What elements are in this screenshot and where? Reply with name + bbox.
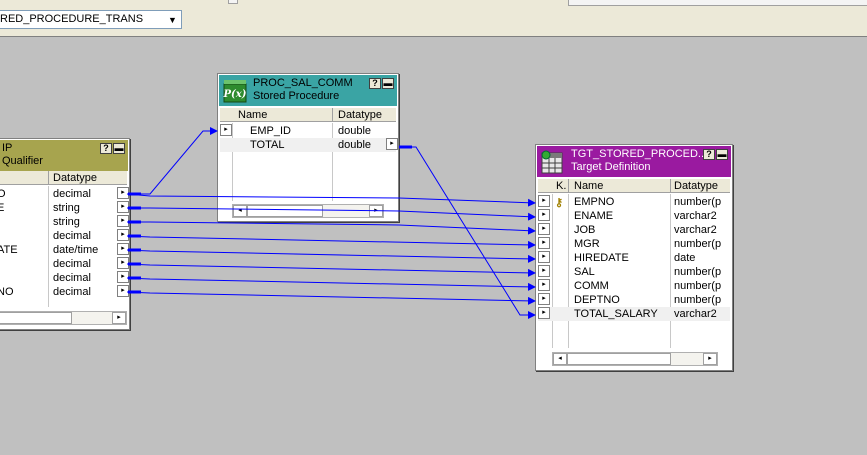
port-arrow-icon[interactable]: ▸ bbox=[220, 124, 232, 136]
port-arrow-icon[interactable]: ▸ bbox=[538, 195, 550, 207]
col-datatype: Datatype bbox=[674, 180, 719, 192]
node-title: PROC_SAL_COMM bbox=[253, 77, 353, 89]
node-subtitle: Stored Procedure bbox=[253, 90, 340, 102]
chevron-down-icon[interactable]: ▼ bbox=[165, 12, 180, 27]
column-header: Name Datatype bbox=[220, 108, 396, 122]
node-title: TGT_STORED_PROCED... bbox=[571, 148, 708, 160]
scroll-thumb[interactable] bbox=[0, 312, 72, 324]
scroll-right-icon[interactable]: ▸ bbox=[703, 353, 717, 365]
port-arrow-icon[interactable]: ▸ bbox=[117, 215, 129, 227]
table-row[interactable]: ▸ DEPTNO number(p bbox=[538, 293, 730, 307]
scroll-thumb[interactable] bbox=[567, 353, 671, 365]
port-arrow-icon[interactable]: ▸ bbox=[117, 201, 129, 213]
port-arrow-icon[interactable]: ▸ bbox=[117, 229, 129, 241]
scroll-right-icon[interactable]: ▸ bbox=[369, 205, 383, 217]
toolbar-panel-stub bbox=[568, 0, 867, 6]
horizontal-scrollbar[interactable]: ▸ bbox=[0, 311, 127, 325]
port-arrow-icon[interactable]: ▸ bbox=[538, 237, 550, 249]
minimize-icon[interactable]: ▬ bbox=[382, 78, 394, 89]
minimize-icon[interactable]: ▬ bbox=[716, 149, 728, 160]
toolbar: RED_PROCEDURE_TRANS ▼ bbox=[0, 0, 867, 37]
table-row[interactable]: ▸ MGR number(p bbox=[538, 237, 730, 251]
port-arrow-icon[interactable]: ▸ bbox=[117, 187, 129, 199]
port-arrow-icon[interactable]: ▸ bbox=[538, 209, 550, 221]
table-row[interactable]: ▸ EMP_ID double bbox=[220, 124, 396, 138]
horizontal-scrollbar[interactable]: ◂ ▸ bbox=[232, 204, 384, 218]
port-arrow-icon[interactable]: ▸ bbox=[538, 293, 550, 305]
table-row[interactable]: ATEdate/time▸ bbox=[0, 243, 129, 257]
node-header[interactable]: P(x) PROC_SAL_COMM Stored Procedure ? ▬ bbox=[219, 75, 397, 106]
table-row[interactable]: TOTAL double ▸ bbox=[220, 138, 398, 152]
scroll-thumb[interactable] bbox=[247, 205, 323, 217]
mapping-select[interactable]: RED_PROCEDURE_TRANS ▼ bbox=[0, 10, 182, 29]
node-subtitle: Qualifier bbox=[2, 155, 43, 167]
column-header: K. Name Datatype bbox=[538, 179, 730, 193]
node-header[interactable]: TGT_STORED_PROCED... Target Definition ?… bbox=[537, 146, 731, 177]
node-header[interactable]: IP Qualifier ? ▬ bbox=[0, 140, 128, 171]
mapping-canvas[interactable] bbox=[0, 38, 867, 455]
port-arrow-icon[interactable]: ▸ bbox=[538, 279, 550, 291]
horizontal-scrollbar[interactable]: ◂ ▸ bbox=[552, 352, 718, 366]
port-arrow-icon[interactable]: ▸ bbox=[117, 285, 129, 297]
table-row[interactable]: Odecimal ▸ bbox=[0, 187, 129, 201]
scroll-right-icon[interactable]: ▸ bbox=[112, 312, 126, 324]
port-arrow-icon[interactable]: ▸ bbox=[538, 265, 550, 277]
col-name: Name bbox=[238, 109, 268, 121]
help-icon[interactable]: ? bbox=[703, 149, 715, 160]
table-row[interactable]: ▸ JOB varchar2 bbox=[538, 223, 730, 237]
scroll-left-icon[interactable]: ◂ bbox=[553, 353, 567, 365]
table-row[interactable]: string ▸ bbox=[0, 215, 129, 229]
col-name: Name bbox=[574, 180, 604, 192]
help-icon[interactable]: ? bbox=[369, 78, 381, 89]
toolbar-panel-stub bbox=[228, 0, 238, 4]
minimize-icon[interactable]: ▬ bbox=[113, 143, 125, 154]
table-row[interactable]: ▸ ⚷ EMPNO number(p bbox=[538, 195, 730, 209]
table-row[interactable]: ▸ ENAME varchar2 bbox=[538, 209, 730, 223]
port-arrow-icon[interactable]: ▸ bbox=[386, 138, 398, 150]
table-row[interactable]: Estring ▸ bbox=[0, 201, 129, 215]
target-table-icon bbox=[541, 150, 563, 174]
node-subtitle: Target Definition bbox=[571, 161, 651, 173]
table-row[interactable]: decimal ▸ bbox=[0, 257, 129, 271]
table-row[interactable]: NO decimal ▸ bbox=[0, 285, 129, 299]
table-row[interactable]: ▸ TOTAL_SALARY varchar2 bbox=[538, 307, 730, 321]
help-icon[interactable]: ? bbox=[100, 143, 112, 154]
table-row[interactable]: ▸ COMM number(p bbox=[538, 279, 730, 293]
col-datatype: Datatype bbox=[53, 172, 98, 184]
stored-procedure-icon: P(x) bbox=[223, 80, 247, 103]
mapping-select-value: RED_PROCEDURE_TRANS bbox=[0, 13, 144, 25]
port-arrow-icon[interactable]: ▸ bbox=[117, 271, 129, 283]
port-arrow-icon[interactable]: ▸ bbox=[117, 243, 129, 255]
port-arrow-icon[interactable]: ▸ bbox=[538, 251, 550, 263]
col-datatype: Datatype bbox=[338, 109, 383, 121]
table-row[interactable]: ▸ HIREDATE date bbox=[538, 251, 730, 265]
svg-text:P(x): P(x) bbox=[223, 89, 247, 100]
node-title: IP bbox=[2, 142, 13, 154]
key-icon: ⚷ bbox=[555, 197, 564, 209]
table-row[interactable]: decimal ▸ bbox=[0, 271, 129, 285]
port-arrow-icon[interactable]: ▸ bbox=[538, 307, 550, 319]
table-row[interactable]: decimal ▸ bbox=[0, 229, 129, 243]
stored-procedure-node[interactable]: P(x) PROC_SAL_COMM Stored Procedure ? ▬ … bbox=[217, 73, 399, 222]
table-row[interactable]: ▸ SAL number(p bbox=[538, 265, 730, 279]
source-qualifier-node[interactable]: IP Qualifier ? ▬ Datatype Odecimal ▸ Estr… bbox=[0, 138, 130, 330]
col-key: K. bbox=[556, 180, 567, 192]
target-definition-node[interactable]: TGT_STORED_PROCED... Target Definition ?… bbox=[535, 144, 733, 371]
port-arrow-icon[interactable]: ▸ bbox=[117, 257, 129, 269]
scroll-left-icon[interactable]: ◂ bbox=[233, 205, 247, 217]
port-arrow-icon[interactable]: ▸ bbox=[538, 223, 550, 235]
column-header: Datatype bbox=[0, 171, 127, 185]
